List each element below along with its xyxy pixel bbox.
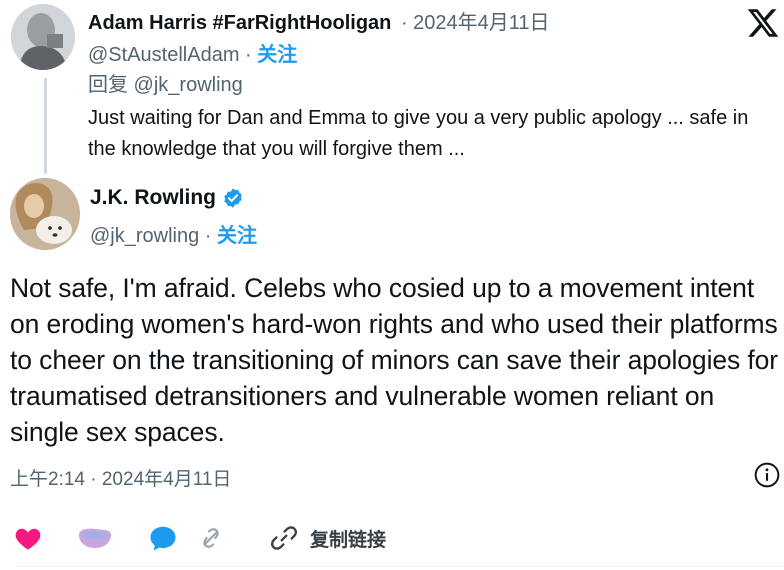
reply-avatar-photo [11,4,75,70]
main-tweet-text: Not safe, I'm afraid. Celebs who cosied … [10,273,779,447]
thread-connector-line [44,78,47,174]
copy-link-label: 复制链接 [310,529,387,551]
reply-author-header: Adam Harris #FarRightHooligan · 2024年4月1… [88,6,550,35]
info-icon[interactable] [754,462,780,488]
reply-handle-row: @StAustellAdam · 关注 [88,38,297,67]
heart-icon [15,528,41,550]
reply-bubble-icon [150,526,176,551]
reply-author-avatar[interactable] [11,4,75,70]
reply-button[interactable] [148,518,178,558]
copy-link-button[interactable]: 复制链接 [270,518,386,558]
main-follow-button[interactable]: 关注 [217,225,257,247]
reaction-blob[interactable] [76,518,114,558]
reply-follow-button[interactable]: 关注 [257,44,297,66]
share-button[interactable] [198,518,224,558]
main-author-avatar[interactable] [10,178,80,250]
main-handle-row: @jk_rowling · 关注 [90,219,257,248]
main-avatar-photo [10,178,80,250]
reply-date[interactable]: · 2024年4月11日 [401,12,550,34]
reply-author-name[interactable]: Adam Harris #FarRightHooligan [88,12,391,34]
bottom-divider [16,566,784,567]
verified-badge-icon [224,188,242,208]
main-author-handle[interactable]: @jk_rowling · [90,225,211,247]
reply-author-handle[interactable]: @StAustellAdam · [88,44,252,66]
main-tweet-timestamp[interactable]: 上午2:14 · 2024年4月11日 [10,464,231,491]
reply-tweet-text: Just waiting for Dan and Emma to give yo… [88,107,749,160]
reply-to-label: 回复 @jk_rowling [88,74,243,96]
share-icon [203,528,219,548]
reaction-blob-icon [79,528,111,548]
main-author-name[interactable]: J.K. Rowling [90,186,216,210]
x-logo-icon[interactable] [746,6,780,40]
like-button[interactable] [14,518,42,558]
main-author-header: J.K. Rowling [90,186,244,210]
link-icon [270,526,298,550]
tweet-action-bar: 复制链接 [0,518,784,558]
